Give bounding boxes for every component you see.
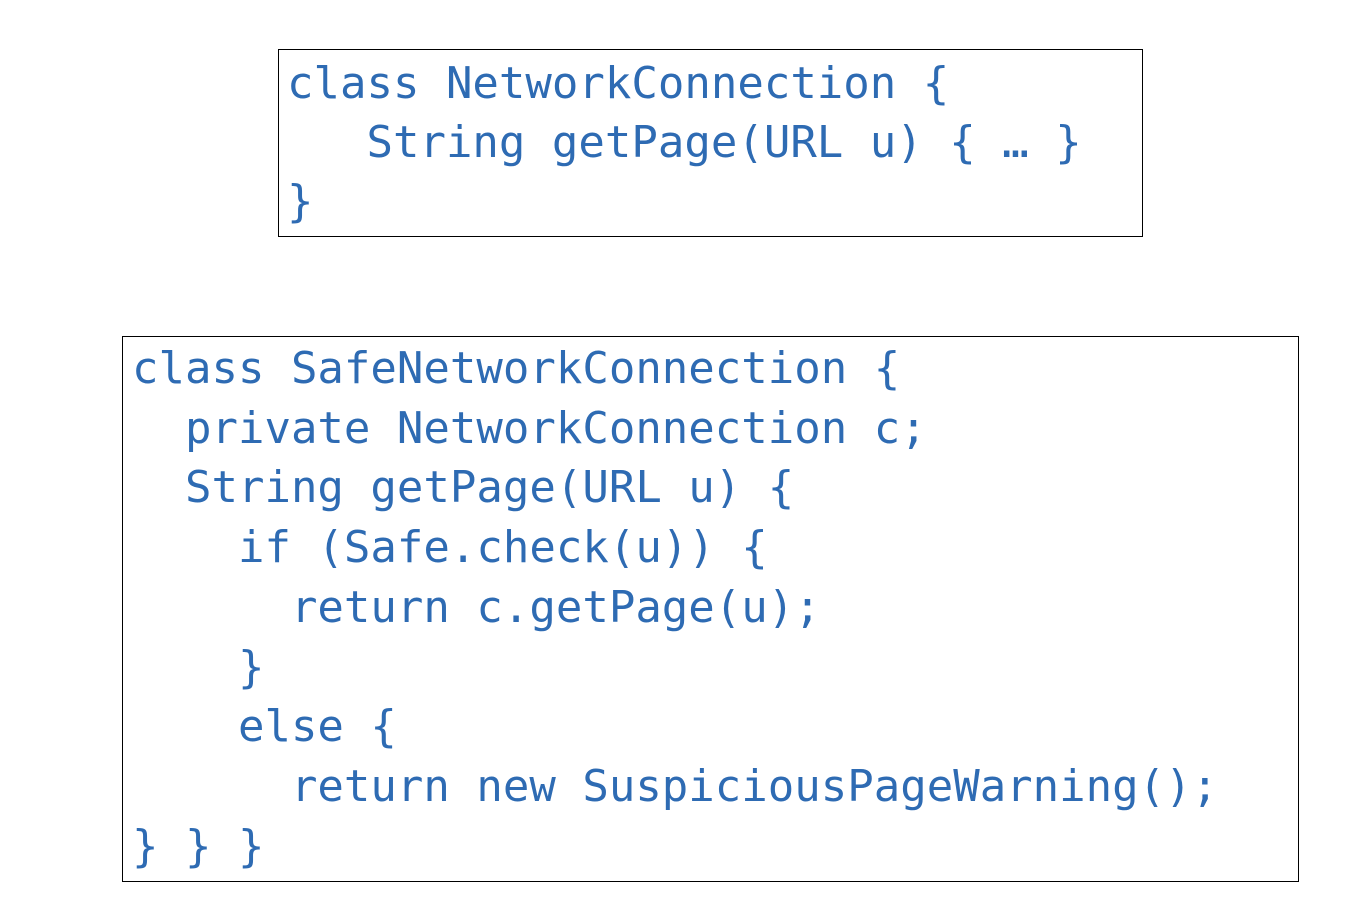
- code-line: return new SuspiciousPageWarning();: [132, 760, 1219, 812]
- code-line: class NetworkConnection {: [287, 58, 950, 109]
- code-line: String getPage(URL u) { … }: [287, 117, 1082, 168]
- code-line: String getPage(URL u) {: [132, 462, 795, 514]
- network-connection-code-box: class NetworkConnection { String getPage…: [278, 49, 1143, 237]
- code-line: else {: [132, 701, 397, 753]
- safe-network-connection-code-box: class SafeNetworkConnection { private Ne…: [122, 336, 1299, 882]
- code-line: class SafeNetworkConnection {: [132, 343, 901, 394]
- code-line: }: [287, 176, 314, 227]
- code-line: } } }: [132, 820, 265, 872]
- code-line: if (Safe.check(u)) {: [132, 522, 768, 574]
- code-line: }: [132, 641, 265, 693]
- code-line: return c.getPage(u);: [132, 581, 821, 633]
- code-line: private NetworkConnection c;: [132, 402, 927, 454]
